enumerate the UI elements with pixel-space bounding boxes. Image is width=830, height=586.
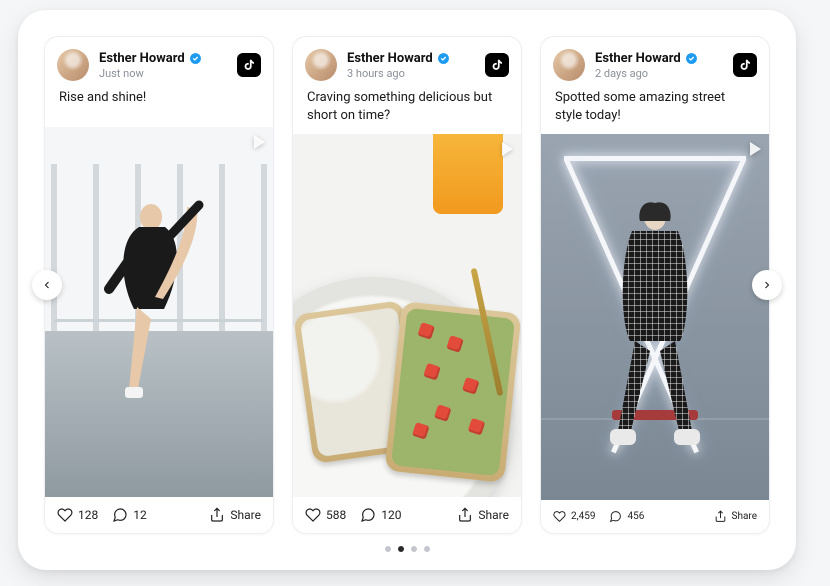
share-icon	[457, 507, 473, 523]
like-button[interactable]: 2,459	[553, 510, 595, 523]
engagement-bar: 2,459 456 Share	[541, 500, 769, 533]
verified-badge-icon	[437, 52, 450, 65]
heart-icon	[553, 510, 566, 523]
verified-badge-icon	[189, 52, 202, 65]
post-header: Esther Howard 3 hours ago	[293, 37, 521, 89]
share-label: Share	[732, 511, 757, 522]
share-label: Share	[230, 508, 261, 522]
post-header: Esther Howard 2 days ago	[541, 37, 769, 89]
play-icon	[502, 142, 513, 156]
heart-icon	[305, 507, 321, 523]
media-illustration	[580, 191, 730, 471]
comment-button[interactable]: 456	[609, 510, 644, 523]
device-frame: Esther Howard Just now Rise and shine!	[18, 10, 796, 570]
username[interactable]: Esther Howard	[99, 51, 185, 66]
comment-count: 456	[627, 511, 644, 522]
user-block: Esther Howard 2 days ago	[595, 51, 723, 80]
comment-icon	[112, 507, 128, 523]
engagement-bar: 128 12 Share	[45, 497, 273, 533]
post-header: Esther Howard Just now	[45, 37, 273, 89]
pagination-dot[interactable]	[411, 546, 417, 552]
pagination-dots	[44, 534, 770, 552]
play-icon	[254, 135, 265, 149]
post-media[interactable]	[45, 127, 273, 497]
post-caption: Spotted some amazing street style today!	[541, 89, 769, 134]
post-timestamp: Just now	[99, 67, 227, 80]
share-button[interactable]: Share	[209, 507, 261, 523]
carousel-next-button[interactable]	[752, 270, 782, 300]
chevron-left-icon	[41, 279, 53, 291]
share-button[interactable]: Share	[714, 510, 757, 523]
pagination-dot[interactable]	[385, 546, 391, 552]
like-count: 2,459	[571, 511, 595, 522]
comment-icon	[360, 507, 376, 523]
play-icon	[750, 142, 761, 156]
share-label: Share	[478, 508, 509, 522]
avatar[interactable]	[553, 49, 585, 81]
engagement-bar: 588 120 Share	[293, 497, 521, 533]
like-button[interactable]: 588	[305, 507, 346, 523]
comment-button[interactable]: 12	[112, 507, 147, 523]
post-caption: Rise and shine!	[45, 89, 273, 127]
username[interactable]: Esther Howard	[595, 51, 681, 66]
post-media[interactable]	[541, 134, 769, 500]
tiktok-icon	[733, 53, 757, 77]
share-button[interactable]: Share	[457, 507, 509, 523]
verified-badge-icon	[685, 52, 698, 65]
post-timestamp: 3 hours ago	[347, 67, 475, 80]
media-illustration	[79, 179, 239, 479]
comment-count: 120	[381, 508, 401, 522]
post-card: Esther Howard 2 days ago Spotted some am…	[540, 36, 770, 534]
avatar[interactable]	[305, 49, 337, 81]
post-carousel: Esther Howard Just now Rise and shine!	[44, 36, 770, 534]
tiktok-icon	[485, 53, 509, 77]
post-timestamp: 2 days ago	[595, 67, 723, 80]
comment-button[interactable]: 120	[360, 507, 401, 523]
pagination-dot[interactable]	[424, 546, 430, 552]
username[interactable]: Esther Howard	[347, 51, 433, 66]
heart-icon	[57, 507, 73, 523]
user-block: Esther Howard 3 hours ago	[347, 51, 475, 80]
avatar[interactable]	[57, 49, 89, 81]
like-count: 588	[326, 508, 346, 522]
like-count: 128	[78, 508, 98, 522]
share-icon	[714, 510, 727, 523]
chevron-right-icon	[761, 279, 773, 291]
comment-icon	[609, 510, 622, 523]
post-card: Esther Howard Just now Rise and shine!	[44, 36, 274, 534]
post-card: Esther Howard 3 hours ago Craving someth…	[292, 36, 522, 534]
carousel-prev-button[interactable]	[32, 270, 62, 300]
post-media[interactable]	[293, 134, 521, 497]
tiktok-icon	[237, 53, 261, 77]
pagination-dot[interactable]	[398, 546, 404, 552]
share-icon	[209, 507, 225, 523]
like-button[interactable]: 128	[57, 507, 98, 523]
comment-count: 12	[133, 508, 147, 522]
post-caption: Craving something delicious but short on…	[293, 89, 521, 134]
user-block: Esther Howard Just now	[99, 51, 227, 80]
